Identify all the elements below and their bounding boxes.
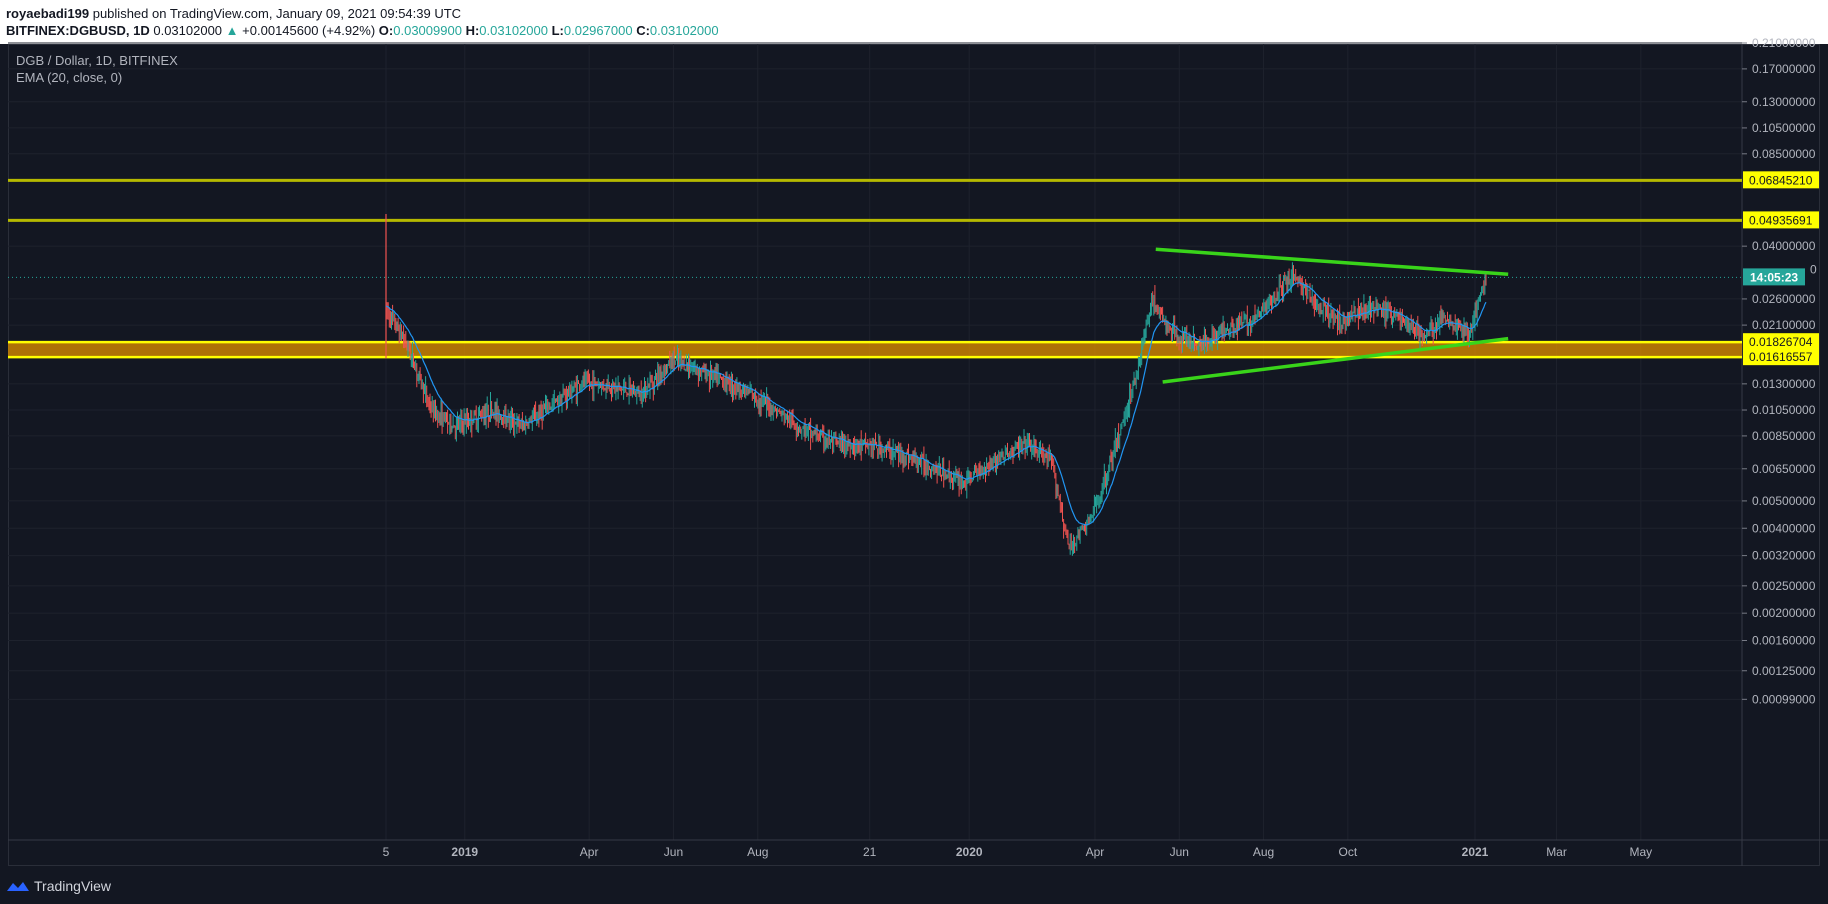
price-axis-label: 0.00850000 — [1752, 429, 1816, 443]
countdown-label: 14:05:23 — [1750, 270, 1798, 284]
time-axis-label: Apr — [580, 845, 599, 859]
price-axis-label: 0.01050000 — [1752, 403, 1816, 417]
level-label: 0.01826704 — [1749, 335, 1813, 349]
indicator-label[interactable]: EMA (20, close, 0) — [16, 69, 178, 86]
upper-trendline — [1155, 247, 1509, 277]
time-axis-label: 2020 — [956, 845, 983, 859]
price-axis-label: 0.00650000 — [1752, 462, 1816, 476]
price-axis-label: 0.01300000 — [1752, 377, 1816, 391]
price-axis-label: 0.00500000 — [1752, 494, 1816, 508]
brand-name[interactable]: TradingView — [34, 878, 111, 894]
price-axis-label: 0.00125000 — [1752, 664, 1816, 678]
time-axis-label: 5 — [383, 845, 390, 859]
time-axis-label: Jun — [1170, 845, 1189, 859]
price-axis-label: 0.00160000 — [1752, 634, 1816, 648]
time-axis-label: 2019 — [451, 845, 478, 859]
last-price-marker: 0 — [1810, 262, 1817, 276]
chart-legend: DGB / Dollar, 1D, BITFINEX EMA (20, clos… — [16, 52, 178, 86]
price-axis-label: 0.10500000 — [1752, 121, 1816, 135]
level-label: 0.01616557 — [1749, 350, 1813, 364]
price-axis-label: 0.00320000 — [1752, 549, 1816, 563]
price-axis-label: 0.00250000 — [1752, 579, 1816, 593]
price-axis-label: 0.13000000 — [1752, 95, 1816, 109]
price-axis-label: 0.00200000 — [1752, 606, 1816, 620]
price-axis-label: 0.21000000 — [1752, 36, 1816, 50]
price-axis-label: 0.08500000 — [1752, 147, 1816, 161]
price-axis-label: 0.04000000 — [1752, 239, 1816, 253]
support-zone — [8, 342, 1742, 358]
time-axis-label: 21 — [863, 845, 877, 859]
time-axis-label: Jun — [664, 845, 683, 859]
level-label: 0.04935691 — [1749, 213, 1813, 227]
time-axis-label: 2021 — [1462, 845, 1489, 859]
time-axis-label: Oct — [1339, 845, 1358, 859]
price-axis-label: 0.00099000 — [1752, 692, 1816, 706]
time-axis-label: Aug — [1253, 845, 1274, 859]
series-title: DGB / Dollar, 1D, BITFINEX — [16, 53, 178, 68]
price-axis-label: 0.17000000 — [1752, 62, 1816, 76]
footer-bar: TradingView — [0, 866, 1828, 904]
time-axis-label: May — [1630, 845, 1653, 859]
price-axis-label: 0.02100000 — [1752, 318, 1816, 332]
ema-line — [385, 282, 1487, 526]
price-chart[interactable]: 0.21000000 0.17000000 0.13000000 0.10500000… — [0, 0, 1828, 866]
tradingview-logo-icon — [7, 882, 29, 891]
time-axis-label: Aug — [747, 845, 768, 859]
level-label: 0.06845210 — [1749, 173, 1813, 187]
time-axis-label: Mar — [1546, 845, 1567, 859]
time-axis-label: Apr — [1086, 845, 1105, 859]
price-axis-label: 0.02600000 — [1752, 292, 1816, 306]
price-axis-label: 0.00400000 — [1752, 521, 1816, 535]
